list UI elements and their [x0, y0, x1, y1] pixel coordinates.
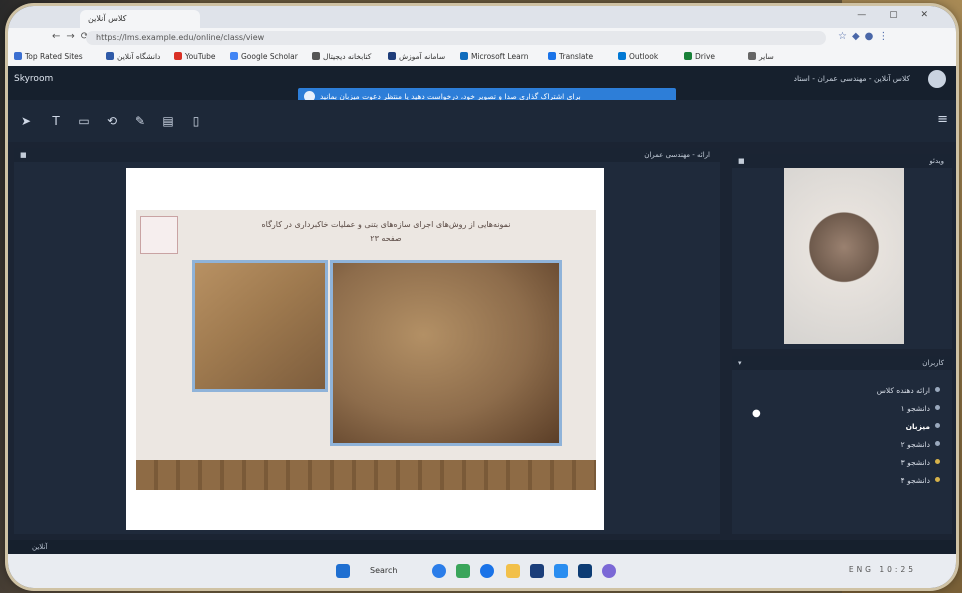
user-list-item[interactable]: دانشجو ۲: [901, 438, 940, 452]
bookmark-icon: [388, 52, 396, 60]
windows-taskbar: Search ENG 10:25: [8, 554, 956, 588]
wood-floor-decoration: [136, 460, 596, 490]
bookmark-icon: [14, 52, 22, 60]
bookmark-icon: [174, 52, 182, 60]
app-toolbar: ➤ T ▭ ⟲ ✎ ▤ ▯ ≡: [8, 100, 956, 142]
status-strip: آنلاین: [8, 540, 956, 554]
clipboard-icon[interactable]: ▯: [188, 113, 204, 129]
bookmark-item[interactable]: Drive: [684, 51, 715, 63]
slide-content: نمونه‌هایی از روش‌های اجرای سازه‌های بتن…: [136, 210, 596, 490]
video-panel-header: ■ ویدئو: [732, 154, 952, 168]
bookmark-icon: [684, 52, 692, 60]
text-icon[interactable]: T: [48, 113, 64, 129]
construction-photo-right: [330, 260, 562, 446]
user-status-icon: [935, 477, 940, 482]
fullscreen-icon[interactable]: ■: [20, 148, 27, 162]
store-icon[interactable]: [530, 564, 544, 578]
chrome-icon[interactable]: [456, 564, 470, 578]
bookmark-icon: [748, 52, 756, 60]
construction-photo-left: [192, 260, 328, 392]
user-list-item[interactable]: دانشجو ۱: [901, 402, 940, 416]
university-logo: [140, 216, 178, 254]
bookmark-item[interactable]: دانشگاه آنلاین: [106, 51, 160, 63]
bookmark-item[interactable]: سامانه آموزش: [388, 51, 445, 63]
extension-icon[interactable]: ◆: [852, 31, 865, 42]
app-header: Skyroom کلاس آنلاین - مهندسی عمران - است…: [8, 66, 956, 105]
window-controls[interactable]: — ▢ ✕: [857, 10, 938, 20]
menu-icon[interactable]: ≡: [937, 112, 948, 127]
bookmark-item[interactable]: کتابخانه دیجیتال: [312, 51, 371, 63]
user-status-icon: [935, 405, 940, 410]
app-logo: Skyroom: [14, 74, 54, 84]
bookmark-icon: [230, 52, 238, 60]
mail-icon[interactable]: [554, 564, 568, 578]
user-list-item[interactable]: ارائه دهنده کلاس: [877, 384, 940, 398]
video-title: ویدئو: [929, 157, 944, 165]
user-list-item[interactable]: دانشجو ۴: [901, 474, 940, 488]
bookmark-item[interactable]: YouTube: [174, 51, 216, 63]
address-bar[interactable]: https://lms.example.edu/online/class/vie…: [86, 31, 826, 45]
share-icon[interactable]: ⟲: [104, 113, 120, 129]
bookmarks-bar: Top Rated Sites دانشگاه آنلاین YouTube G…: [8, 48, 956, 67]
start-icon[interactable]: [336, 564, 350, 578]
user-status-icon: [935, 387, 940, 392]
tab-title: کلاس آنلاین: [88, 14, 127, 23]
slide-title: نمونه‌هایی از روش‌های اجرای سازه‌های بتن…: [261, 220, 511, 243]
folder-icon[interactable]: [506, 564, 520, 578]
edge-icon[interactable]: [432, 564, 446, 578]
pointer-icon[interactable]: ➤: [18, 113, 34, 129]
star-icon[interactable]: ☆: [838, 31, 852, 42]
browser-icon[interactable]: [480, 564, 494, 578]
camera-icon[interactable]: ■: [738, 154, 745, 168]
user-status-icon: [935, 459, 940, 464]
user-list-item[interactable]: دانشجو ۳: [901, 456, 940, 470]
user-status-icon: [935, 423, 940, 428]
presentation-slide: نمونه‌هایی از روش‌های اجرای سازه‌های بتن…: [126, 168, 604, 530]
board-icon[interactable]: ▭: [76, 113, 92, 129]
app-icon[interactable]: [578, 564, 592, 578]
user-list-item[interactable]: میزبان: [906, 420, 940, 434]
address-row: ←→⟳ https://lms.example.edu/online/class…: [8, 28, 956, 48]
system-tray[interactable]: ENG 10:25: [849, 565, 916, 574]
presentation-panel-header: ■ ارائه - مهندسی عمران: [14, 148, 720, 162]
bookmark-item[interactable]: Top Rated Sites: [14, 51, 83, 63]
users-title: کاربران: [922, 359, 944, 367]
profile-icon[interactable]: ●: [865, 31, 879, 42]
webcam-video: [784, 168, 904, 344]
browser-tab[interactable]: کلاس آنلاین: [80, 10, 200, 28]
users-panel-header: ▾ کاربران: [732, 356, 952, 370]
presentation-title: ارائه - مهندسی عمران: [644, 151, 710, 159]
bookmark-item[interactable]: Google Scholar: [230, 51, 298, 63]
browser-tab-bar: کلاس آنلاین — ▢ ✕: [8, 6, 956, 28]
teams-icon[interactable]: [602, 564, 616, 578]
taskbar-search[interactable]: Search: [370, 564, 397, 578]
raise-hand-icon[interactable]: ●: [752, 408, 761, 419]
bookmark-icon: [312, 52, 320, 60]
bookmark-item[interactable]: Translate: [548, 51, 593, 63]
extension-icons[interactable]: ☆◆●⋮: [838, 31, 893, 42]
pen-icon[interactable]: ✎: [132, 113, 148, 129]
bookmark-item[interactable]: Outlook: [618, 51, 658, 63]
bookmark-icon: [106, 52, 114, 60]
more-icon[interactable]: ⋮: [878, 31, 893, 42]
collapse-icon[interactable]: ▾: [738, 356, 742, 370]
monitor-screen: کلاس آنلاین — ▢ ✕ ←→⟳ https://lms.exampl…: [8, 6, 956, 588]
video-panel: ■ ویدئو: [732, 154, 952, 349]
avatar[interactable]: [928, 70, 946, 88]
bookmark-item[interactable]: سایر: [748, 51, 774, 63]
users-panel: ▾ کاربران ● ارائه دهنده کلاس دانشجو ۱ می…: [732, 356, 952, 534]
user-status-icon: [935, 441, 940, 446]
bookmark-icon: [548, 52, 556, 60]
forward-icon[interactable]: →: [66, 31, 80, 42]
class-title: کلاس آنلاین - مهندسی عمران - استاد: [793, 74, 910, 83]
file-icon[interactable]: ▤: [160, 113, 176, 129]
bookmark-item[interactable]: Microsoft Learn: [460, 51, 528, 63]
bookmark-icon: [618, 52, 626, 60]
bookmark-icon: [460, 52, 468, 60]
back-icon[interactable]: ←: [52, 31, 66, 42]
